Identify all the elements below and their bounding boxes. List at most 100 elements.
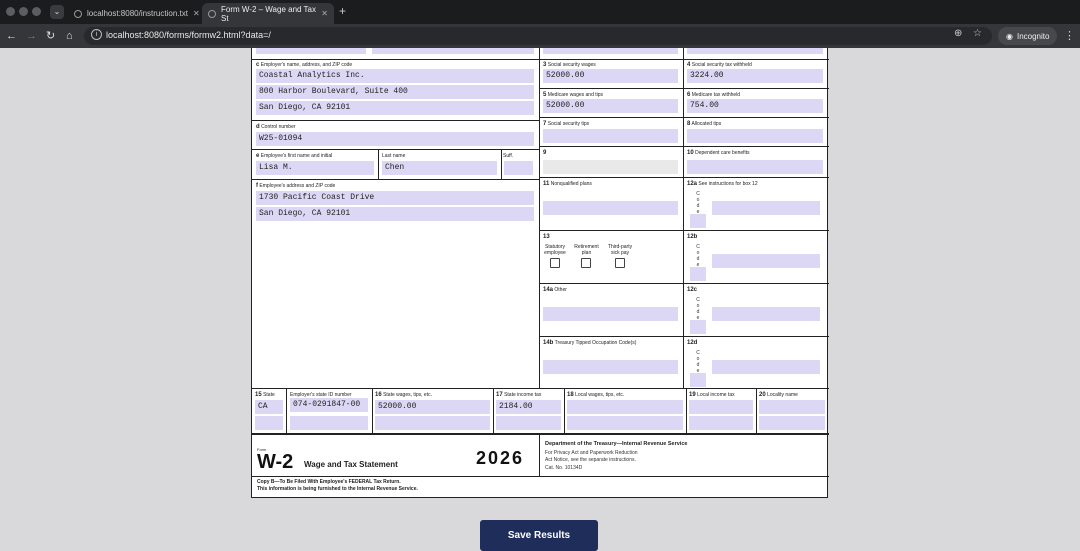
divider — [286, 389, 287, 433]
box7-label: 7 Social security tips — [543, 121, 590, 127]
incognito-badge[interactable]: ◉ Incognito — [998, 27, 1058, 45]
box12b-code-field[interactable] — [690, 267, 706, 281]
divider — [539, 146, 829, 147]
close-tab-icon[interactable]: ✕ — [193, 9, 200, 18]
state-id-field[interactable]: 074-0291847-00 — [290, 398, 368, 412]
box16-label: 16 State wages, tips, etc. — [375, 392, 432, 398]
state-wages-field-2[interactable] — [375, 416, 490, 430]
box12b-label: 12b — [687, 234, 698, 240]
third-party-sick-pay-checkbox[interactable] — [615, 258, 625, 268]
employer-address1-field[interactable]: 800 Harbor Boulevard, Suite 400 — [256, 85, 534, 99]
local-wages-field[interactable] — [567, 400, 683, 414]
box12b-amount-field[interactable] — [712, 254, 820, 268]
box2-field[interactable] — [687, 48, 823, 54]
close-tab-icon[interactable]: ✕ — [321, 9, 328, 18]
employee-first-name-field[interactable]: Lisa M. — [256, 161, 374, 175]
state-field-2[interactable] — [255, 416, 283, 430]
box12a-code-field[interactable] — [690, 214, 706, 228]
box6-label: 6 Medicare tax withheld — [687, 92, 741, 98]
employee-last-name-field[interactable]: Chen — [382, 161, 497, 175]
local-tax-field-2[interactable] — [689, 416, 753, 430]
box12a-amount-field[interactable] — [712, 201, 820, 215]
box19-label: 19 Local income tax — [689, 392, 735, 398]
divider — [501, 150, 502, 179]
url-text: localhost:8080/forms/formw2.html?data=/ — [106, 30, 271, 40]
menu-kebab-icon[interactable]: ⋮ — [1064, 29, 1075, 42]
employer-ein-field[interactable] — [256, 48, 366, 54]
box12d-label: 12d — [687, 340, 698, 346]
box12d-code-field[interactable] — [690, 373, 706, 387]
tab-search-chevron-icon[interactable]: ⌄ — [50, 5, 64, 19]
local-wages-field-2[interactable] — [567, 416, 683, 430]
dependent-care-field[interactable] — [687, 160, 823, 174]
forward-icon[interactable]: → — [26, 29, 37, 43]
ssn-field[interactable] — [372, 48, 534, 54]
statutory-employee-checkbox[interactable] — [550, 258, 560, 268]
state-id-field-2[interactable] — [290, 416, 368, 430]
divider — [539, 435, 540, 476]
box-f-label: f Employee's address and ZIP code — [256, 183, 336, 189]
medicare-wages-field[interactable]: 52000.00 — [543, 99, 678, 113]
divider — [252, 476, 829, 477]
box14b-label: 14b Treasury Tipped Occupation Code(s) — [543, 340, 637, 346]
local-tax-field[interactable] — [689, 400, 753, 414]
box-d-label: d Control number — [256, 124, 296, 130]
bookmark-star-icon[interactable]: ☆ — [973, 28, 982, 39]
dept-text: Department of the Treasury—Internal Reve… — [545, 441, 688, 447]
tab-form-w2[interactable]: Form W-2 – Wage and Tax St ✕ — [202, 3, 334, 24]
other-field[interactable] — [543, 307, 678, 321]
divider — [252, 179, 539, 180]
box20-label: 20 Locality name — [759, 392, 798, 398]
site-info-icon[interactable]: i — [91, 29, 102, 40]
browser-chrome: ⌄ localhost:8080/instruction.txt ✕ Form … — [0, 0, 1080, 48]
home-icon[interactable]: ⌂ — [66, 29, 73, 43]
box17-label: 17 State income tax — [496, 392, 542, 398]
employer-name-field[interactable]: Coastal Analytics Inc. — [256, 69, 534, 83]
divider — [493, 389, 494, 433]
divider — [252, 433, 829, 435]
zoom-icon[interactable]: ⊕ — [954, 28, 962, 39]
nonqualified-plans-field[interactable] — [543, 201, 678, 215]
divider — [539, 88, 829, 89]
save-results-button[interactable]: Save Results — [480, 520, 598, 551]
form-year: 2026 — [476, 448, 525, 468]
box18-label: 18 Local wages, tips, etc. — [567, 392, 625, 398]
divider — [252, 59, 829, 60]
reload-icon[interactable]: ↻ — [46, 29, 55, 43]
box14a-label: 14a Other — [543, 287, 567, 293]
employee-suffix-field[interactable] — [504, 161, 533, 175]
state-wages-field[interactable]: 52000.00 — [375, 400, 490, 414]
tipped-occupation-field[interactable] — [543, 360, 678, 374]
new-tab-icon[interactable]: + — [339, 4, 346, 18]
divider — [372, 389, 373, 433]
globe-icon — [74, 9, 82, 18]
retirement-plan-checkbox[interactable] — [581, 258, 591, 268]
medicare-tax-field[interactable]: 754.00 — [687, 99, 823, 113]
employee-address1-field[interactable]: 1730 Pacific Coast Drive — [256, 191, 534, 205]
tab-instruction[interactable]: localhost:8080/instruction.txt ✕ — [68, 3, 200, 24]
state-field[interactable]: CA — [255, 400, 283, 414]
employee-address2-field[interactable]: San Diego, CA 92101 — [256, 207, 534, 221]
box1-field[interactable] — [543, 48, 678, 54]
state-tax-field-2[interactable] — [496, 416, 561, 430]
control-number-field[interactable]: W25-01094 — [256, 132, 534, 146]
ss-tax-field[interactable]: 3224.00 — [687, 69, 823, 83]
divider — [252, 120, 539, 121]
box12c-amount-field[interactable] — [712, 307, 820, 321]
window-zoom-dot[interactable] — [32, 7, 41, 16]
employer-address2-field[interactable]: San Diego, CA 92101 — [256, 101, 534, 115]
locality-field-2[interactable] — [759, 416, 825, 430]
address-bar[interactable]: i localhost:8080/forms/formw2.html?data=… — [84, 27, 992, 45]
window-minimize-dot[interactable] — [19, 7, 28, 16]
box12d-amount-field[interactable] — [712, 360, 820, 374]
ss-wages-field[interactable]: 52000.00 — [543, 69, 678, 83]
divider — [539, 283, 829, 284]
window-close-dot[interactable] — [6, 7, 15, 16]
divider — [252, 388, 829, 389]
locality-field[interactable] — [759, 400, 825, 414]
state-tax-field[interactable]: 2184.00 — [496, 400, 561, 414]
ss-tips-field[interactable] — [543, 129, 678, 143]
back-icon[interactable]: ← — [6, 29, 17, 43]
box12c-code-field[interactable] — [690, 320, 706, 334]
allocated-tips-field[interactable] — [687, 129, 823, 143]
